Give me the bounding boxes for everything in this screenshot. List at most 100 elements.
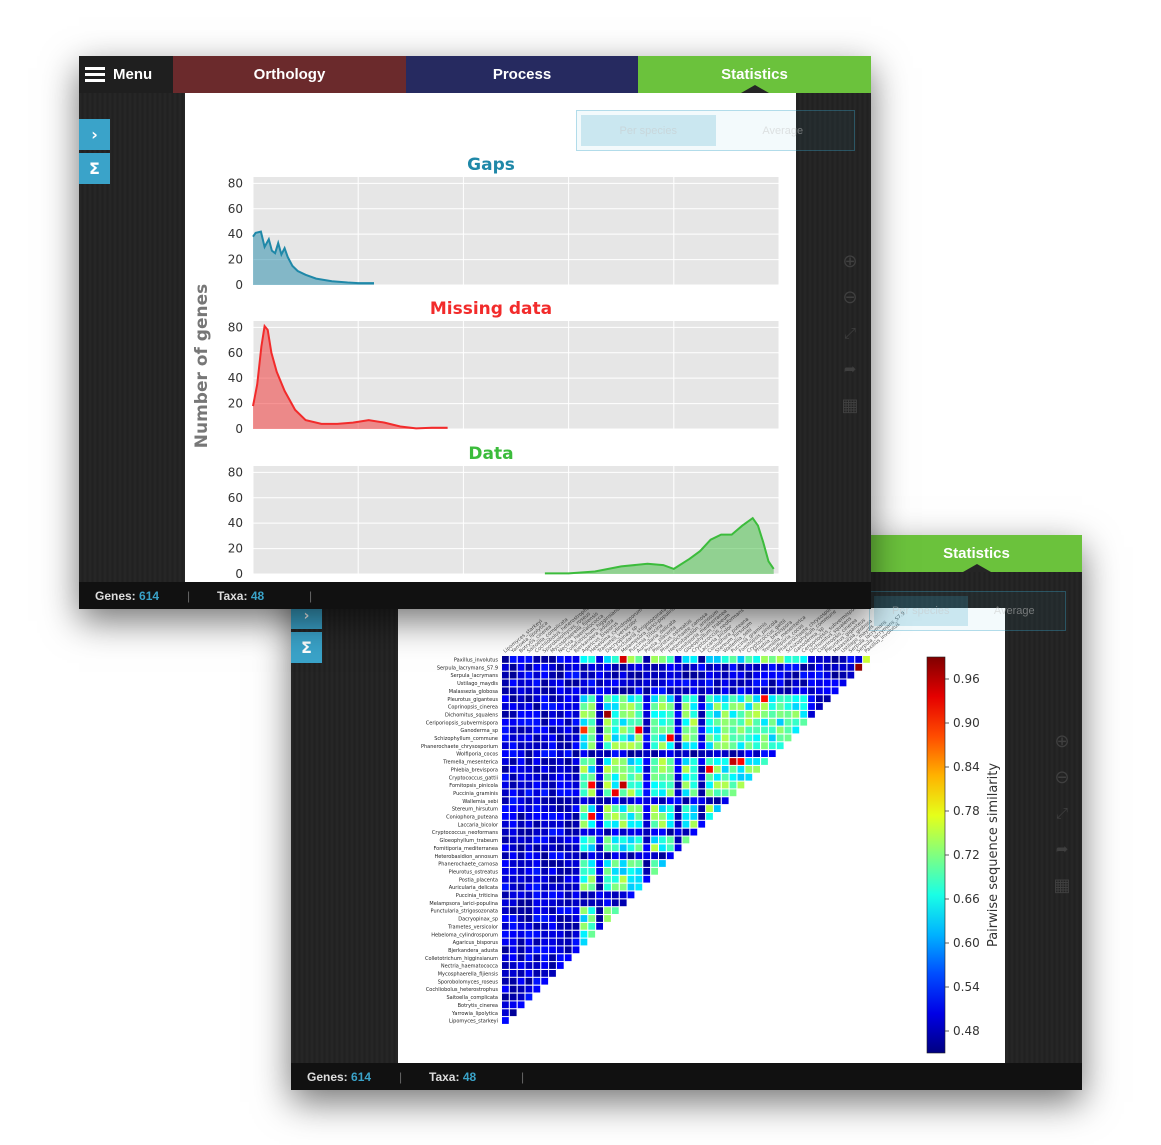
y-tick-label: 60 [228, 491, 243, 505]
zoom-out-icon[interactable]: ⊖ [837, 284, 863, 310]
heatmap-cell [745, 687, 753, 695]
view-toggle[interactable]: Per species Average [869, 591, 1066, 631]
heatmap-cell [541, 867, 549, 875]
tab-process[interactable]: Process [406, 56, 638, 93]
heatmap-cell [525, 781, 533, 789]
heatmap-cell [502, 781, 509, 789]
heatmap-cell [627, 828, 635, 836]
toggle-per-species[interactable]: Per species [581, 115, 716, 146]
heatmap-cell [517, 899, 525, 907]
toggle-average[interactable]: Average [968, 596, 1062, 626]
heatmap-cell [839, 671, 847, 679]
heatmap-cell [533, 915, 541, 922]
heatmap-cell [549, 773, 556, 781]
heatmap-cell [643, 726, 651, 734]
heatmap-cell [541, 852, 549, 860]
heatmap-cell [556, 765, 564, 773]
heatmap-cell [580, 687, 588, 695]
table-icon[interactable]: ▦ [837, 392, 863, 418]
zoom-in-icon[interactable]: ⊕ [1049, 728, 1075, 754]
heatmap-cell [737, 663, 745, 671]
heatmap-cell [831, 663, 839, 671]
heatmap-cell [674, 758, 682, 765]
toggle-average[interactable]: Average [716, 115, 851, 146]
heatmap-cell [737, 734, 745, 742]
heatmap-cell [517, 726, 525, 734]
heatmap-cell [690, 726, 698, 734]
tab-orthology[interactable]: Orthology [173, 56, 406, 93]
heatmap-cell [768, 695, 776, 703]
heatmap-cell [659, 663, 666, 671]
heatmap-cell [729, 765, 737, 773]
y-tick-label: 40 [228, 516, 243, 530]
heatmap-cell [533, 875, 541, 883]
tab-statistics[interactable]: Statistics [638, 56, 871, 93]
heatmap-cell [549, 946, 556, 954]
row-label: Schizophyllum_commune [434, 736, 498, 742]
heatmap-cell [666, 789, 674, 797]
heatmap-cell [706, 718, 713, 726]
heatmap-cell [533, 671, 541, 679]
heatmap-cell [627, 765, 635, 773]
heatmap-cell [596, 820, 603, 828]
heatmap-cell [572, 734, 580, 742]
heatmap-cell [761, 742, 768, 750]
heatmap-cell [517, 710, 525, 718]
heatmap-cell [517, 797, 525, 805]
heatmap-cell [604, 805, 611, 812]
heatmap-cell [533, 828, 541, 836]
table-icon[interactable]: ▦ [1049, 872, 1075, 898]
heatmap-cell [753, 710, 760, 718]
heatmap-cell [619, 875, 627, 883]
heatmap-cell [509, 781, 517, 789]
heatmap-cell [588, 922, 596, 930]
heatmap-cell [698, 750, 706, 757]
heatmap-cell [541, 946, 549, 954]
heatmap-cell [745, 679, 753, 687]
heatmap-cell [517, 813, 525, 820]
heatmap-cell [502, 946, 509, 954]
summary-button[interactable]: Σ [79, 153, 110, 184]
heatmap-cell [627, 867, 635, 875]
heatmap-cell [737, 679, 745, 687]
heatmap-cell [556, 820, 564, 828]
row-label: Fomitiporia_mediterranea [433, 846, 498, 852]
heatmap-cell [745, 726, 753, 734]
status-bar: Genes: 614 | Taxa: 48 | [79, 582, 871, 609]
heatmap-cell [556, 875, 564, 883]
fullscreen-icon[interactable]: ⤢ [837, 320, 863, 346]
tab-statistics[interactable]: Statistics [871, 535, 1082, 572]
heatmap-cell [596, 718, 603, 726]
heatmap-cell [784, 718, 792, 726]
view-toggle[interactable]: Per species Average [576, 110, 855, 151]
heatmap-cell [698, 765, 706, 773]
heatmap-cell [682, 805, 690, 812]
menu-button[interactable]: Menu [79, 56, 173, 93]
fullscreen-icon[interactable]: ⤢ [1049, 800, 1075, 826]
heatmap-cell [651, 750, 658, 757]
toggle-per-species[interactable]: Per species [874, 596, 968, 626]
heatmap-cell [666, 852, 674, 860]
export-chart-icon[interactable]: ➦ [1049, 836, 1075, 862]
heatmap-cell [706, 726, 713, 734]
expand-sidebar-button[interactable]: › [79, 119, 110, 150]
heatmap-cell [541, 938, 549, 946]
heatmap-cell [580, 726, 588, 734]
export-chart-icon[interactable]: ➦ [837, 356, 863, 382]
heatmap-cell [768, 703, 776, 710]
heatmap-cell [580, 828, 588, 836]
heatmap-cell [556, 789, 564, 797]
chevron-right-icon: › [91, 125, 98, 144]
heatmap-cell [643, 656, 651, 663]
heatmap-cell [564, 742, 572, 750]
heatmap-cell [690, 805, 698, 812]
heatmap-cell [808, 695, 815, 703]
heatmap-cell [502, 710, 509, 718]
heatmap-cell [556, 710, 564, 718]
summary-button[interactable]: Σ [291, 632, 322, 663]
heatmap-cell [761, 687, 768, 695]
y-tick-label: 0 [235, 422, 243, 436]
zoom-out-icon[interactable]: ⊖ [1049, 764, 1075, 790]
row-label: Tremella_mesenterica [442, 760, 498, 766]
zoom-in-icon[interactable]: ⊕ [837, 248, 863, 274]
